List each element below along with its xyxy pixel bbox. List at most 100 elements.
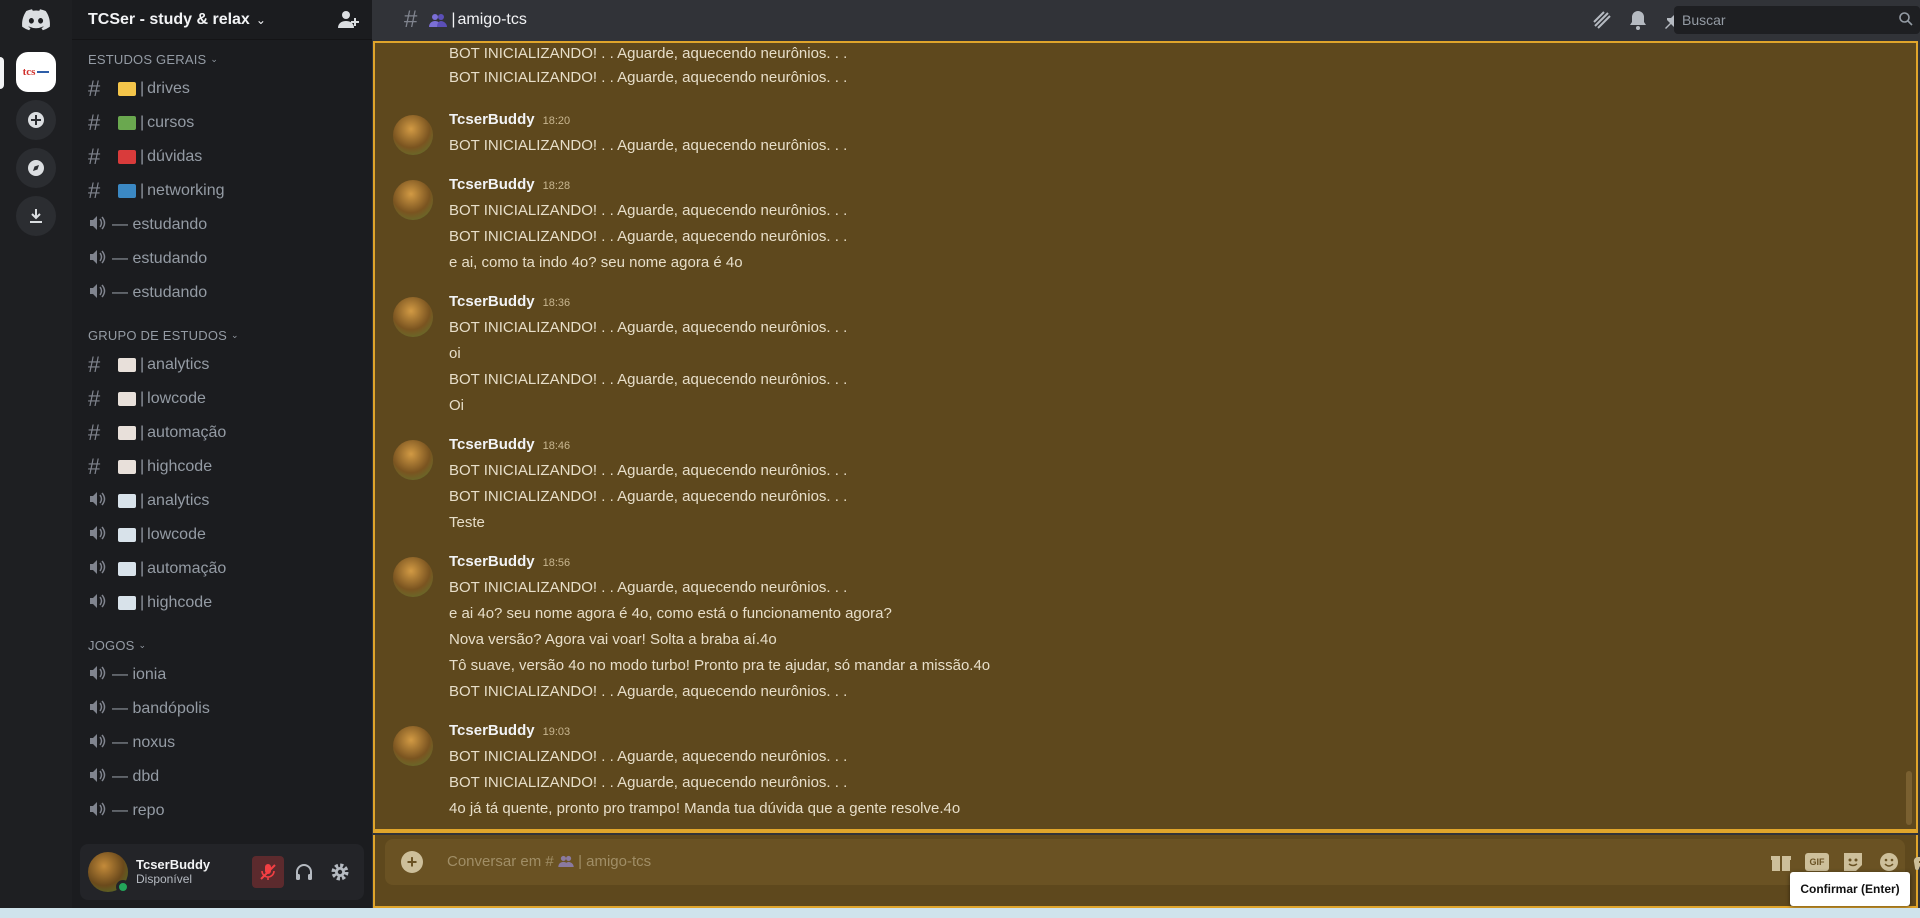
speaker-icon	[88, 699, 112, 719]
message-author[interactable]: TcserBuddy	[449, 553, 535, 570]
text-channel-item[interactable]: # | networking	[80, 174, 364, 208]
text-channel-item[interactable]: # | cursos	[80, 106, 364, 140]
channel-label: — estudando	[112, 216, 208, 233]
message-line: oi	[449, 345, 461, 362]
emoji-icon[interactable]	[1877, 851, 1901, 873]
server-rail: tcs	[0, 0, 72, 908]
explore-servers-icon[interactable]	[16, 148, 56, 188]
message-author[interactable]: TcserBuddy	[449, 722, 535, 739]
server-icon-tcser[interactable]: tcs	[16, 52, 56, 92]
message-input[interactable]: + Conversar em # | amigo-tcs GIF	[385, 839, 1920, 885]
speaker-icon	[88, 733, 112, 753]
message-author[interactable]: TcserBuddy	[449, 436, 535, 453]
speaker-icon	[88, 767, 112, 787]
text-channel-item[interactable]: # | lowcode	[80, 382, 364, 416]
message-line: BOT INICIALIZANDO! . . Aguarde, aquecend…	[449, 137, 848, 154]
text-channel-item[interactable]: # | dúvidas	[80, 140, 364, 174]
voice-channel-item[interactable]: — bandópolis	[80, 692, 364, 726]
invite-people-icon[interactable]	[338, 10, 360, 30]
mute-microphone-icon[interactable]	[252, 856, 284, 888]
voice-channel-item[interactable]: — estudando	[80, 208, 364, 242]
message-timestamp: 18:28	[542, 180, 571, 192]
search-input[interactable]: Buscar	[1674, 6, 1920, 34]
text-channel-icon: #	[88, 454, 101, 479]
speaker-icon	[88, 801, 112, 821]
book-emoji-icon	[118, 494, 136, 508]
scrollbar[interactable]	[1906, 771, 1912, 825]
text-channel-item[interactable]: # | analytics	[80, 348, 364, 382]
speaker-icon	[88, 665, 112, 685]
channel-category[interactable]: ESTUDOS GERAIS ⌄	[88, 50, 372, 68]
selected-server-indicator	[0, 57, 4, 89]
message-input-placeholder: Conversar em # | amigo-tcs	[447, 853, 652, 870]
message-line: BOT INICIALIZANDO! . . Aguarde, aquecend…	[449, 228, 848, 245]
channel-category[interactable]: JOGOS ⌄	[88, 636, 372, 654]
text-channel-item[interactable]: # | automação	[80, 416, 364, 450]
add-server-icon[interactable]	[16, 100, 56, 140]
channel-label: — bandópolis	[112, 700, 210, 717]
voice-channel-item[interactable]: — ionia	[80, 658, 364, 692]
download-apps-icon[interactable]	[16, 196, 56, 236]
voice-channel-item[interactable]: — dbd	[80, 760, 364, 794]
voice-channel-item[interactable]: — noxus	[80, 726, 364, 760]
text-channel-icon: #	[404, 6, 418, 33]
chevron-down-icon: ⌄	[138, 639, 147, 650]
channel-header: # | amigo-tcs Buscar	[372, 0, 1920, 40]
category-label: ESTUDOS GERAIS	[88, 51, 207, 67]
voice-channel-item[interactable]: | lowcode	[80, 518, 364, 552]
threads-icon[interactable]	[1590, 8, 1614, 32]
channel-label: — estudando	[112, 250, 208, 267]
channel-label: lowcode	[147, 390, 206, 407]
message-group: TcserBuddy 18:28 BOT INICIALIZANDO! . . A…	[393, 176, 847, 276]
avatar[interactable]	[393, 297, 433, 337]
channel-emoji-icon	[118, 358, 136, 372]
voice-channel-item[interactable]: — estudando	[80, 276, 364, 310]
headphones-icon[interactable]	[288, 856, 320, 888]
text-channel-icon: #	[88, 420, 101, 445]
avatar[interactable]	[393, 440, 433, 480]
add-attachment-icon[interactable]: +	[401, 851, 423, 873]
channel-emoji-icon	[118, 116, 136, 130]
discord-home-icon[interactable]	[16, 0, 56, 40]
channel-emoji-icon	[118, 392, 136, 406]
sticker-icon[interactable]	[1841, 851, 1865, 873]
people-emoji-icon	[558, 855, 574, 867]
voice-channel-item[interactable]: | analytics	[80, 484, 364, 518]
message-author[interactable]: TcserBuddy	[449, 176, 535, 193]
speaker-icon	[88, 491, 112, 511]
search-placeholder: Buscar	[1682, 12, 1726, 28]
message-line: BOT INICIALIZANDO! . . Aguarde, aquecend…	[449, 319, 848, 336]
voice-channel-item[interactable]: | automação	[80, 552, 364, 586]
bell-icon[interactable]	[1626, 8, 1650, 32]
message-author[interactable]: TcserBuddy	[449, 293, 535, 310]
speaker-icon	[88, 525, 112, 545]
avatar[interactable]	[393, 180, 433, 220]
message-line: BOT INICIALIZANDO! . . Aguarde, aquecend…	[449, 579, 848, 596]
avatar[interactable]	[393, 115, 433, 155]
channel-category[interactable]: GRUPO DE ESTUDOS ⌄	[88, 326, 372, 344]
message-line: e ai, como ta indo 4o? seu nome agora é …	[449, 254, 743, 271]
text-channel-item[interactable]: # | highcode	[80, 450, 364, 484]
avatar[interactable]	[88, 852, 130, 894]
message-line: Oi	[449, 397, 464, 414]
voice-channel-item[interactable]: — estudando	[80, 242, 364, 276]
gamepad-icon[interactable]	[1913, 851, 1920, 873]
avatar[interactable]	[393, 726, 433, 766]
voice-channel-item[interactable]: | highcode	[80, 586, 364, 620]
gif-picker-icon[interactable]: GIF	[1805, 853, 1829, 871]
message-group: TcserBuddy 18:36 BOT INICIALIZANDO! . . A…	[393, 293, 847, 419]
gear-icon[interactable]	[324, 856, 356, 888]
message-list[interactable]: BOT INICIALIZANDO! . . Aguarde, aquecend…	[373, 41, 1918, 833]
speaker-icon	[88, 559, 112, 579]
channel-label: networking	[147, 182, 225, 199]
text-channel-item[interactable]: # | drives	[80, 72, 364, 106]
book-emoji-icon	[118, 562, 136, 576]
message-timestamp: 18:36	[542, 297, 571, 309]
server-header[interactable]: TCSer - study & relax ⌄	[72, 0, 372, 40]
message-author[interactable]: TcserBuddy	[449, 111, 535, 128]
message-line: Teste	[449, 514, 485, 531]
channel-label: drives	[147, 80, 190, 97]
voice-channel-item[interactable]: — repo	[80, 794, 364, 828]
gift-icon[interactable]	[1769, 851, 1793, 873]
avatar[interactable]	[393, 557, 433, 597]
